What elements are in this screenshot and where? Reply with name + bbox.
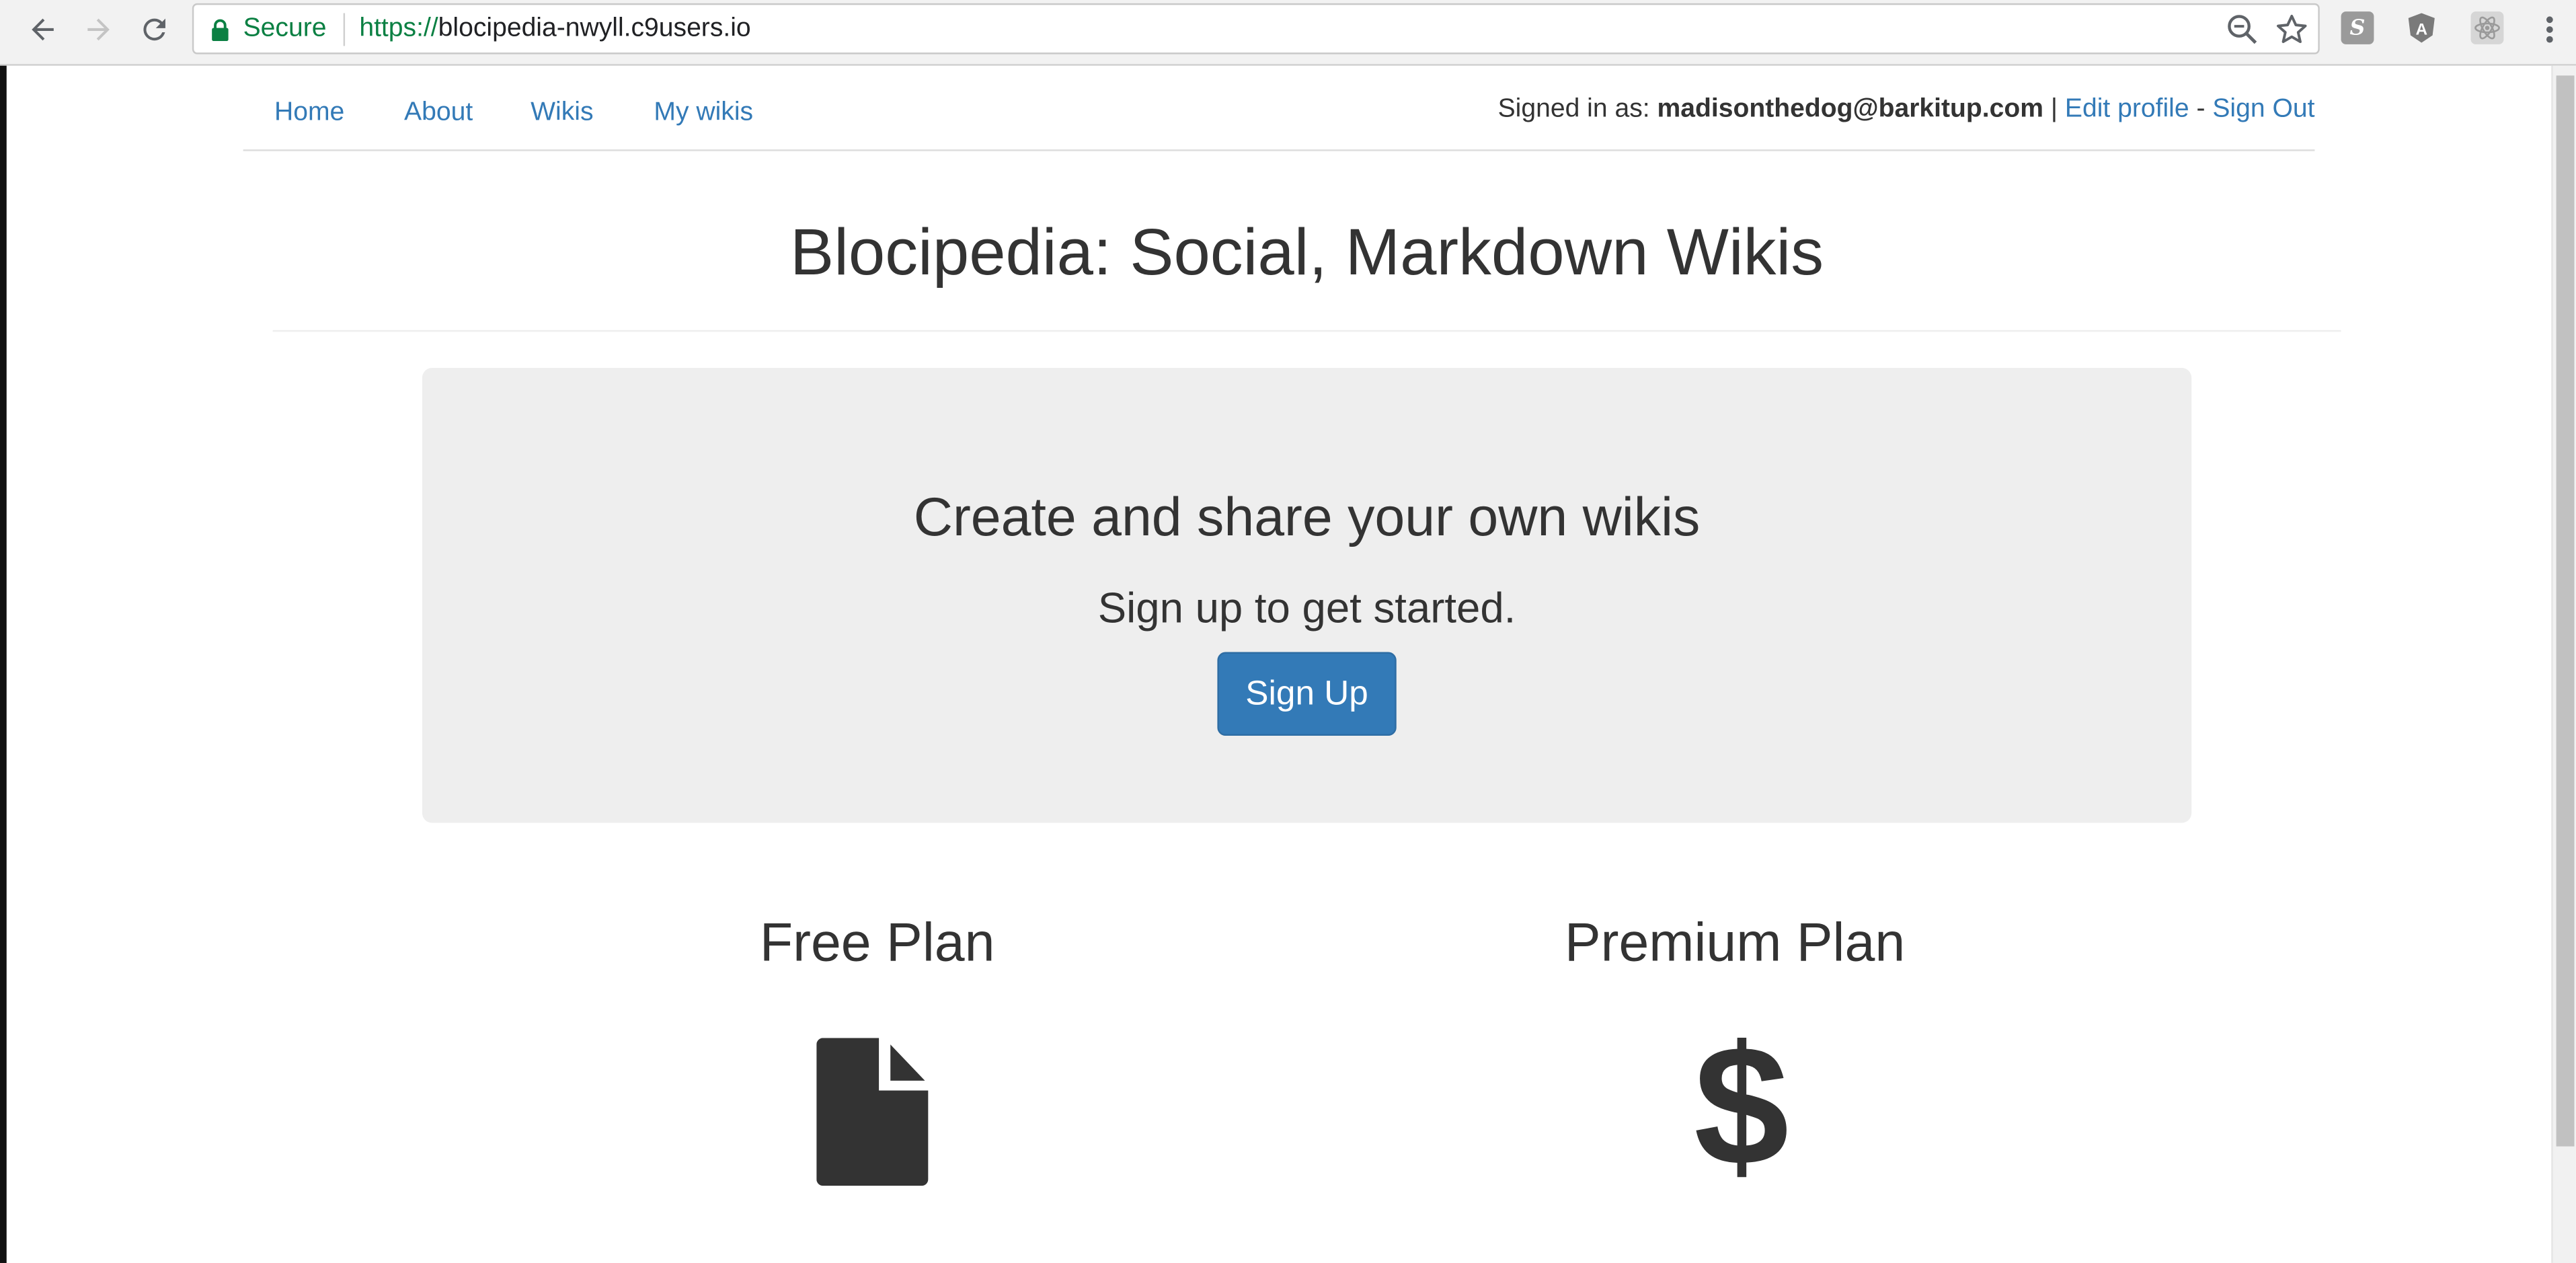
back-arrow-icon[interactable] [23, 10, 63, 50]
browser-toolbar: Secure https://blocipedia-nwyll.c9users.… [0, 0, 2576, 66]
jumbotron: Create and share your own wikis Sign up … [422, 368, 2192, 823]
jumbotron-subheading: Sign up to get started. [1097, 582, 1516, 633]
url-host: blocipedia-nwyll.c9users.io [438, 13, 751, 42]
jumbotron-heading: Create and share your own wikis [913, 486, 1701, 547]
nav-link-my-wikis[interactable]: My wikis [654, 99, 753, 128]
separator-pipe: | [2043, 95, 2065, 124]
reload-icon[interactable] [134, 10, 174, 50]
file-icon [816, 1038, 929, 1186]
page-title: Blocipedia: Social, Markdown Wikis [790, 217, 1824, 289]
user-info: Signed in as: madisonthedog@barkitup.com… [1498, 95, 2315, 125]
url-text[interactable]: https://blocipedia-nwyll.c9users.io [359, 14, 750, 44]
lock-icon [208, 17, 231, 40]
free-plan-title: Free Plan [759, 911, 995, 972]
edit-profile-link[interactable]: Edit profile [2065, 95, 2189, 124]
nav-link-wikis[interactable]: Wikis [531, 99, 593, 128]
forward-arrow-icon[interactable] [79, 10, 118, 50]
browser-window: Secure https://blocipedia-nwyll.c9users.… [0, 0, 2576, 1263]
premium-plan-title: Premium Plan [1564, 911, 1906, 972]
sign-up-button[interactable]: Sign Up [1217, 652, 1397, 736]
address-divider [342, 12, 345, 46]
angular-extension-icon[interactable]: A [2405, 11, 2438, 44]
zoom-icon[interactable] [2226, 13, 2259, 46]
react-extension-icon[interactable] [2470, 11, 2504, 44]
secure-label: Secure [243, 13, 327, 42]
window-edge [0, 65, 7, 1263]
svg-text:A: A [2415, 20, 2427, 38]
user-email: madisonthedog@barkitup.com [1657, 95, 2044, 124]
title-divider [272, 330, 2341, 332]
page-scrollbar[interactable] [2551, 65, 2576, 1263]
scrollbar-thumb[interactable] [2556, 75, 2575, 1147]
sign-out-link[interactable]: Sign Out [2212, 95, 2314, 124]
address-bar[interactable]: Secure https://blocipedia-nwyll.c9users.… [192, 3, 2320, 54]
nav-link-about[interactable]: About [404, 99, 473, 128]
url-scheme: https:// [359, 13, 438, 42]
extension-s-icon[interactable]: S [2341, 11, 2374, 44]
bookmark-star-icon[interactable] [2275, 13, 2308, 46]
separator-dash: - [2189, 95, 2213, 124]
nav-link-home[interactable]: Home [274, 99, 344, 128]
dollar-icon: $ [1694, 1011, 1789, 1202]
signed-in-label: Signed in as: [1497, 95, 1657, 124]
browser-menu-icon[interactable] [2533, 13, 2566, 46]
top-navbar: Home About Wikis My wikis Signed in as: … [243, 79, 2315, 151]
